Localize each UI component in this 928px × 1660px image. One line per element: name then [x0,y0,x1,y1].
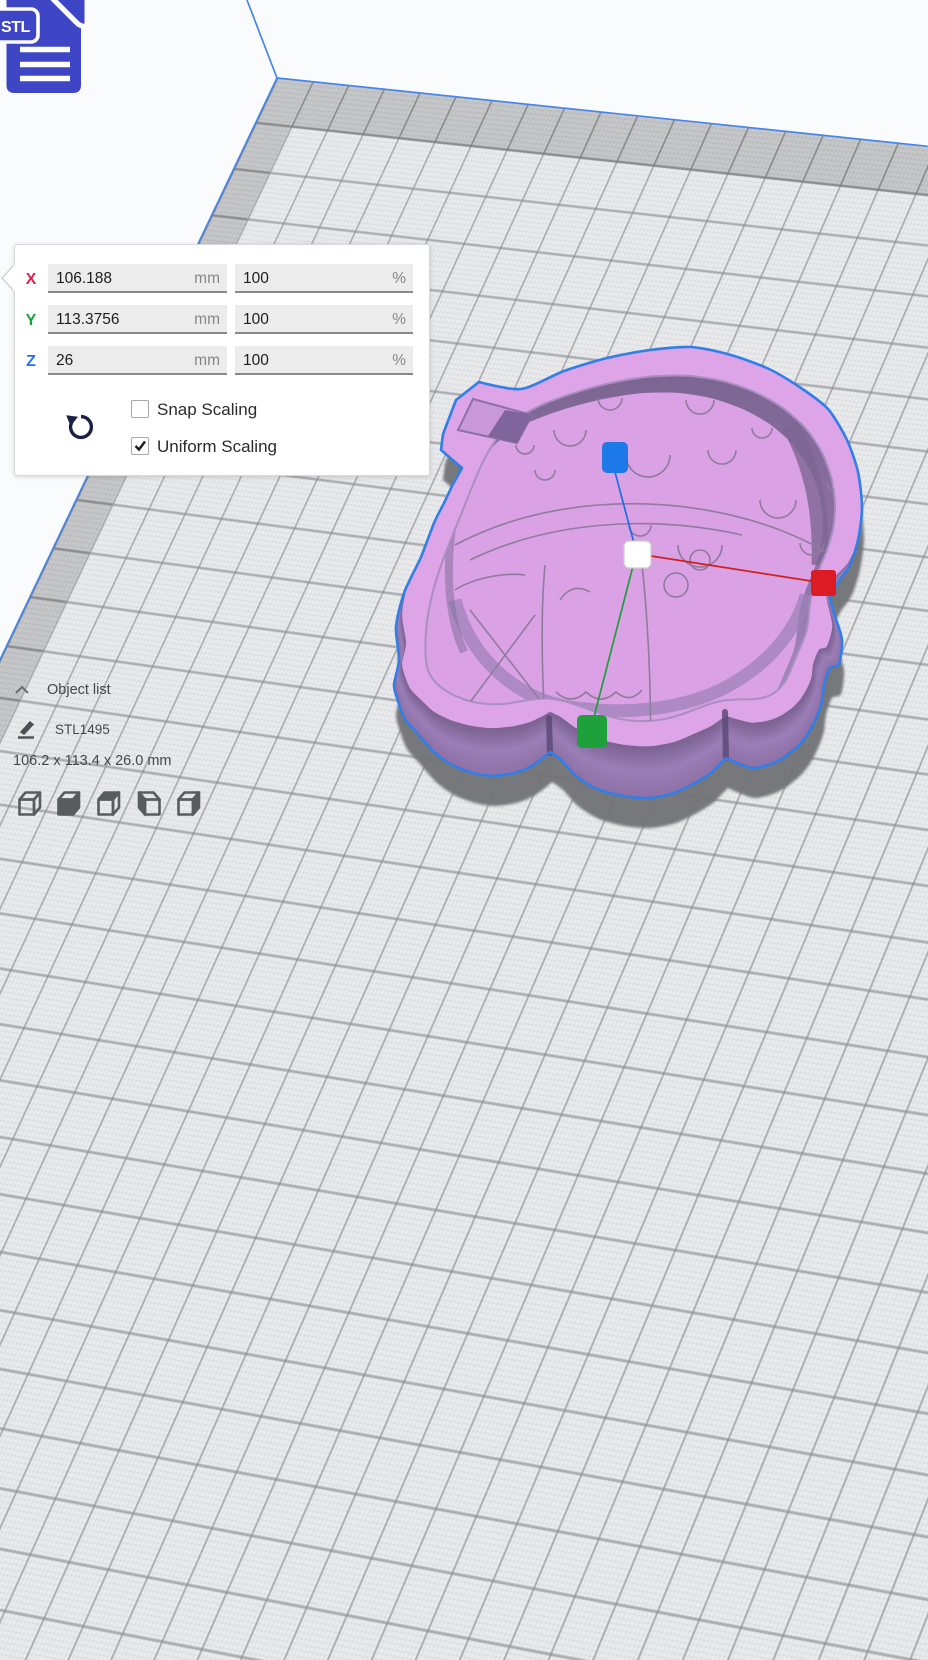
svg-text:STL: STL [1,19,30,36]
